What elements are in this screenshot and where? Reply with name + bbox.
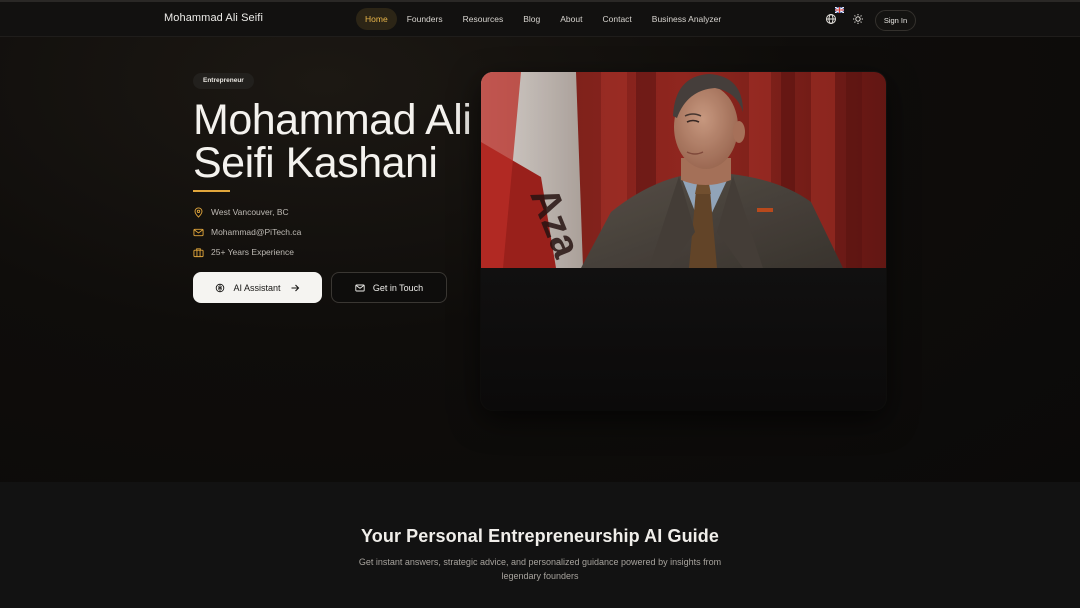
hero-title-line-1: Mohammad Ali	[193, 96, 472, 144]
ai-guide-subtitle: Get instant answers, strategic advice, a…	[358, 557, 722, 581]
get-in-touch-label: Get in Touch	[372, 282, 424, 293]
hero-title: Mohammad Ali Seifi Kashani	[193, 99, 483, 185]
email-text[interactable]: Mohammad@PiTech.ca	[211, 227, 301, 237]
map-pin-icon	[194, 206, 203, 218]
email-row: Mohammad@PiTech.ca	[193, 225, 301, 239]
brand-name[interactable]: Mohammad Ali Seifi	[164, 12, 263, 24]
ai-guide-section: Your Personal Entrepreneurship AI Guide …	[0, 482, 1080, 608]
hero-title-line-2: Seifi Kashani	[193, 139, 438, 187]
profile-card-lower-panel	[481, 268, 886, 410]
nav-link-resources[interactable]: Resources	[453, 8, 514, 30]
ai-assistant-button[interactable]: AI Assistant	[193, 272, 322, 303]
nav-link-founders[interactable]: Founders	[397, 8, 453, 30]
nav-link-about[interactable]: About	[550, 8, 592, 30]
ai-guide-title: Your Personal Entrepreneurship AI Guide	[361, 526, 719, 546]
location-text: West Vancouver, BC	[211, 207, 289, 217]
role-badge: Entrepreneur	[193, 73, 254, 89]
get-in-touch-button[interactable]: Get in Touch	[331, 272, 447, 303]
profile-photo-card: Aza	[481, 72, 886, 410]
location-row: West Vancouver, BC	[193, 205, 289, 219]
ai-assistant-label: AI Assistant	[233, 282, 281, 293]
globe-icon[interactable]	[825, 13, 837, 25]
arrow-right-icon	[291, 284, 299, 291]
nav-links: Home Founders Resources Blog About Conta…	[356, 8, 731, 30]
experience-row: 25+ Years Experience	[193, 245, 294, 259]
mail-icon	[193, 228, 204, 236]
nav-link-blog[interactable]: Blog	[513, 8, 550, 30]
mail-icon	[355, 284, 365, 291]
briefcase-icon	[193, 247, 204, 257]
sign-in-button[interactable]: Sign In	[875, 10, 916, 31]
nav-link-contact[interactable]: Contact	[592, 8, 641, 30]
title-accent-line	[193, 190, 230, 192]
experience-text: 25+ Years Experience	[211, 247, 294, 257]
sun-icon[interactable]	[852, 13, 864, 25]
nav-link-business-analyzer[interactable]: Business Analyzer	[642, 8, 731, 30]
top-navigation: Mohammad Ali Seifi Home Founders Resourc…	[0, 0, 1080, 37]
profile-photo: Aza	[481, 72, 886, 268]
nav-link-home[interactable]: Home	[356, 8, 397, 30]
brain-icon	[216, 283, 225, 292]
